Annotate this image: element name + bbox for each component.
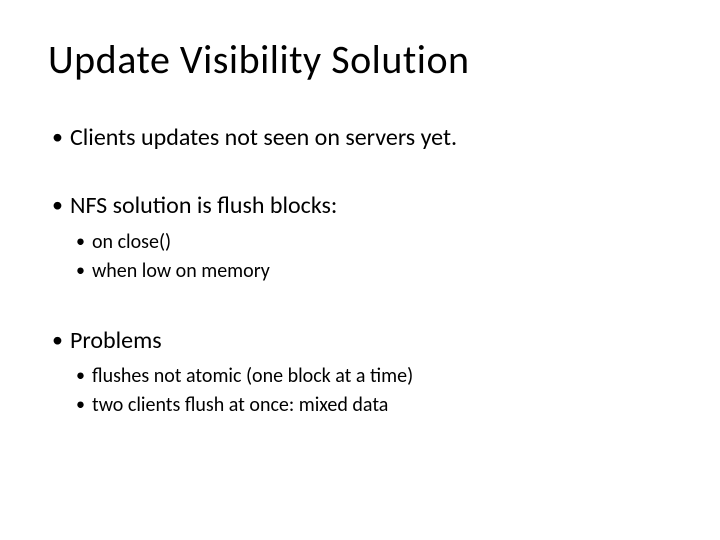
sub-bullet-text: on close()	[92, 230, 171, 254]
bullet-text: NFS solution is flush blocks:	[70, 191, 337, 220]
sub-bullet-item: on close()	[70, 229, 672, 256]
bullet-text: Problems	[70, 326, 162, 355]
bullet-item: Clients updates not seen on servers yet.	[48, 122, 672, 154]
sub-bullet-text: flushes not atomic (one block at a time)	[92, 364, 413, 388]
bullet-text: Clients updates not seen on servers yet.	[70, 123, 457, 152]
sub-bullet-text: when low on memory	[92, 259, 270, 283]
bullet-item: Problems flushes not atomic (one block a…	[48, 325, 672, 419]
sub-bullet-item: flushes not atomic (one block at a time)	[70, 363, 672, 390]
sub-bullet-item: when low on memory	[70, 258, 672, 285]
slide-title: Update Visibility Solution	[48, 35, 672, 84]
bullet-list: Clients updates not seen on servers yet.…	[48, 122, 672, 285]
bullet-item: NFS solution is flush blocks: on close()…	[48, 190, 672, 284]
sub-bullet-text: two clients flush at once: mixed data	[92, 393, 388, 417]
sub-bullet-list: on close() when low on memory	[70, 229, 672, 285]
sub-bullet-list: flushes not atomic (one block at a time)…	[70, 363, 672, 419]
sub-bullet-item: two clients flush at once: mixed data	[70, 392, 672, 419]
bullet-list: Problems flushes not atomic (one block a…	[48, 325, 672, 419]
